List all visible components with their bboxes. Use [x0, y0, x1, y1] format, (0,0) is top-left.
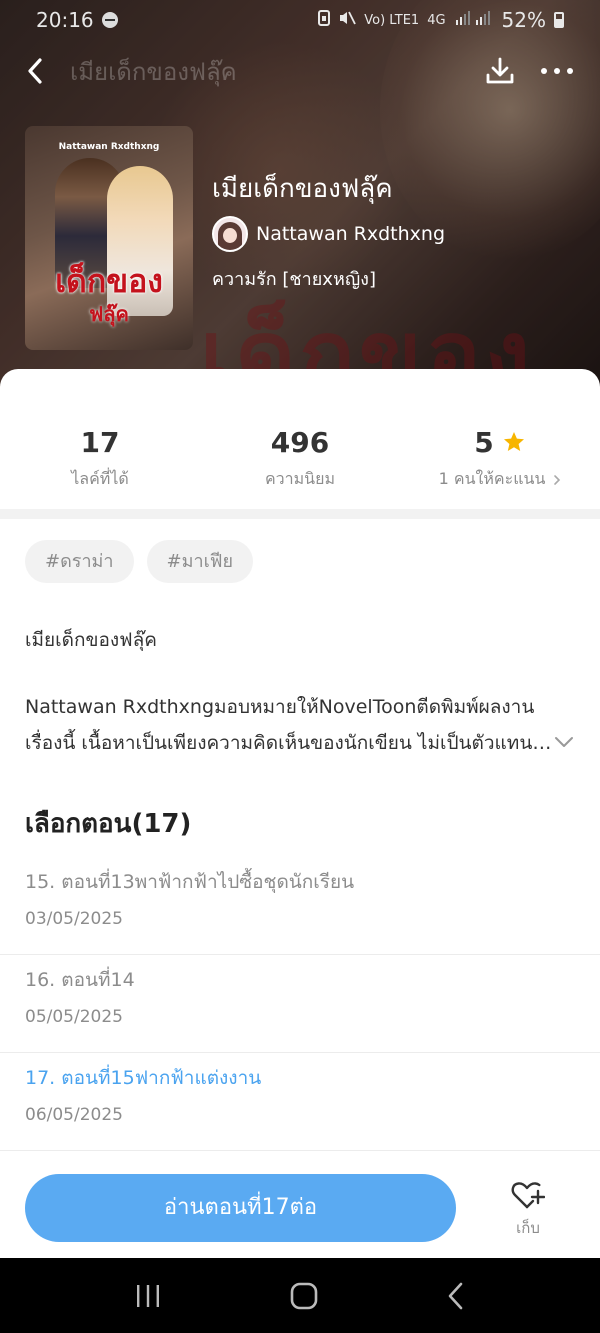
download-button[interactable] [484, 55, 516, 87]
tag-list: #ดราม่า #มาเฟีย [25, 540, 254, 583]
chapter-title: 15. ตอนที่13พาฟ้ากฟ้าไปซื้อชุดนักเรียน [25, 871, 355, 893]
chapter-item-current[interactable]: 17. ตอนที่15ฟากฟ้าแต่งงาน 06/05/2025 [0, 1053, 600, 1151]
chapters-heading[interactable]: เลือกตอน(17) [25, 803, 191, 844]
cover-author: Nattawan Rxdthxng [58, 142, 160, 152]
back-arrow-icon [449, 1282, 463, 1309]
rating-value-row: 5 [474, 425, 525, 459]
author-avatar [212, 216, 248, 252]
cover-subtitle: ฟลุ๊ค [89, 302, 129, 326]
description-title: เมียเด็กของฟลุ๊ค [25, 629, 157, 651]
book-cover[interactable]: Nattawan Rxdthxng เด็กของ ฟลุ๊ค [25, 126, 193, 350]
continue-reading-button[interactable]: อ่านตอนที่17ต่อ [25, 1174, 456, 1242]
star-icon [503, 432, 524, 451]
download-icon [486, 57, 514, 84]
tag-drama[interactable]: #ดราม่า [25, 540, 134, 583]
description-text[interactable]: Nattawan Rxdthxngมอบหมายให้NovelToonตีดพ… [25, 689, 555, 761]
chapter-title: 17. ตอนที่15ฟากฟ้าแต่งงาน [25, 1067, 262, 1089]
chevron-right-icon [554, 474, 561, 485]
more-icon [541, 68, 573, 74]
system-navigation-bar [0, 1258, 600, 1333]
chapter-item[interactable]: 16. ตอนที่14 05/05/2025 [0, 955, 600, 1053]
author-link[interactable]: Nattawan Rxdthxng [212, 216, 445, 252]
author-name: Nattawan Rxdthxng [256, 223, 446, 245]
signal-icon [454, 10, 494, 30]
book-genre: ความรัก [ชายxหญิง] [212, 269, 376, 290]
recent-apps-icon [136, 1284, 159, 1307]
chapter-title: 16. ตอนที่14 [25, 969, 135, 991]
popularity-label: ความนิยม [264, 469, 336, 488]
battery-percent: 52% [501, 8, 546, 32]
top-nav: เมียเด็กของฟลุ๊ค [0, 44, 600, 98]
heart-plus-icon [511, 1182, 545, 1209]
rating-label: 1 คนให้คะแนน [438, 469, 546, 488]
recent-apps-button[interactable] [135, 1284, 161, 1308]
action-bar: อ่านตอนที่17ต่อ เก็บ [0, 1158, 600, 1258]
book-title: เมียเด็กของฟลุ๊ค [212, 174, 393, 204]
more-button[interactable] [540, 66, 574, 76]
chapter-list: 15. ตอนที่13พาฟ้ากฟ้าไปซื้อชุดนักเรียน 0… [0, 857, 600, 1151]
network-type: 4G [427, 12, 446, 28]
popularity-value: 496 [270, 425, 330, 459]
home-icon [290, 1282, 318, 1309]
nav-title: เมียเด็กของฟลุ๊ค [70, 57, 237, 86]
collect-label: เก็บ [516, 1219, 540, 1237]
back-button[interactable] [0, 44, 70, 98]
collect-button[interactable]: เก็บ [496, 1180, 560, 1246]
tag-mafia[interactable]: #มาเฟีย [146, 540, 254, 583]
network-label: Vo) LTE1 [364, 12, 420, 28]
likes-label: ไลค์ที่ได้ [71, 469, 129, 488]
book-details: #ดราม่า #มาเฟีย เมียเด็กของฟลุ๊ค Nattawa… [0, 519, 600, 1158]
chapter-item[interactable]: 15. ตอนที่13พาฟ้ากฟ้าไปซื้อชุดนักเรียน 0… [0, 857, 600, 955]
chapter-date: 05/05/2025 [25, 1007, 123, 1027]
status-bar: 20:16 Vo) LTE1 4G 52% [0, 0, 600, 40]
section-divider [0, 509, 600, 519]
status-time: 20:16 [36, 8, 94, 32]
stats-panel: 17 ไลค์ที่ได้ 496 ความนิยม 5 1 คนให้คะแน… [0, 369, 600, 509]
sim-icon [318, 10, 331, 30]
home-button[interactable] [290, 1282, 318, 1310]
chapter-date: 06/05/2025 [25, 1105, 123, 1125]
rating-label-row: 1 คนให้คะแนน [439, 467, 562, 492]
mute-icon [338, 10, 357, 30]
do-not-disturb-icon [101, 12, 118, 28]
rating-value: 5 [474, 425, 494, 459]
system-back-button[interactable] [447, 1282, 465, 1310]
chapter-date: 03/05/2025 [25, 909, 123, 929]
battery-icon [554, 12, 564, 28]
book-info: Nattawan Rxdthxng เด็กของ ฟลุ๊ค เมียเด็ก… [25, 126, 585, 350]
chevron-down-icon[interactable] [553, 735, 575, 749]
likes-value: 17 [80, 425, 120, 459]
chevron-left-icon [28, 58, 42, 84]
likes-stat: 17 ไลค์ที่ได้ [0, 425, 200, 492]
popularity-stat: 496 ความนิยม [200, 425, 400, 492]
book-header: เด็กของ 20:16 Vo) LTE1 4G 52% เมียเด็กขอ… [0, 0, 600, 400]
rating-stat[interactable]: 5 1 คนให้คะแนน [400, 425, 600, 492]
